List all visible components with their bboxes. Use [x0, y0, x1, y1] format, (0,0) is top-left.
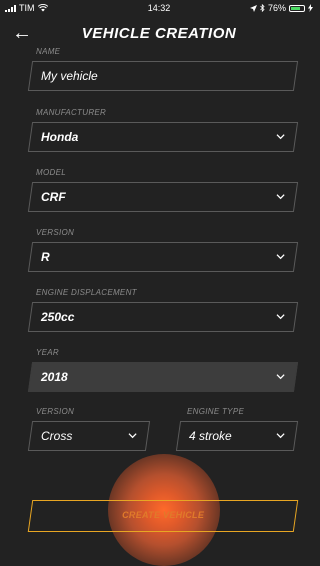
status-bar-right: 76% — [249, 3, 313, 13]
page-title: VEHICLE CREATION — [81, 25, 237, 42]
engine-type-label: ENGINE TYPE — [187, 407, 245, 416]
chevron-down-icon — [128, 433, 137, 439]
chevron-down-icon — [276, 194, 285, 200]
model-value: CRF — [41, 190, 66, 204]
battery-icon — [289, 4, 305, 12]
version-value: R — [41, 250, 50, 264]
year-label: YEAR — [36, 348, 59, 357]
chevron-down-icon — [276, 433, 285, 439]
chevron-down-icon — [276, 374, 285, 380]
manufacturer-label: MANUFACTURER — [36, 108, 107, 117]
manufacturer-select[interactable]: Honda — [27, 122, 299, 152]
engine-displacement-value: 250cc — [41, 310, 75, 324]
year-value: 2018 — [41, 370, 68, 384]
version-label: VERSION — [36, 228, 75, 237]
version2-select[interactable]: Cross — [27, 421, 151, 451]
year-select[interactable]: 2018 — [27, 362, 299, 392]
charging-icon — [308, 4, 313, 12]
version2-value: Cross — [41, 429, 73, 443]
battery-percent: 76% — [267, 3, 286, 13]
version2-label: VERSION — [36, 407, 75, 416]
create-vehicle-button[interactable]: CREATE VEHICLE — [27, 500, 299, 532]
engine-displacement-select[interactable]: 250cc — [27, 302, 299, 332]
chevron-down-icon — [276, 254, 285, 260]
header: ← VEHICLE CREATION — [0, 20, 318, 48]
model-select[interactable]: CRF — [27, 182, 299, 212]
battery-fill — [291, 6, 301, 10]
status-bar: TIM 14:32 76% — [0, 0, 318, 16]
name-field[interactable]: My vehicle — [27, 61, 299, 91]
manufacturer-value: Honda — [41, 130, 79, 144]
location-icon — [249, 4, 257, 12]
bluetooth-icon — [260, 4, 265, 12]
chevron-down-icon — [276, 134, 285, 140]
version-select[interactable]: R — [27, 242, 299, 272]
name-label: NAME — [36, 47, 61, 56]
model-label: MODEL — [36, 168, 66, 177]
create-vehicle-label: CREATE VEHICLE — [122, 510, 205, 520]
engine-displacement-label: ENGINE DISPLACEMENT — [36, 288, 137, 297]
engine-type-value: 4 stroke — [189, 429, 232, 443]
engine-type-select[interactable]: 4 stroke — [175, 421, 299, 451]
name-value: My vehicle — [41, 69, 98, 83]
chevron-down-icon — [276, 314, 285, 320]
